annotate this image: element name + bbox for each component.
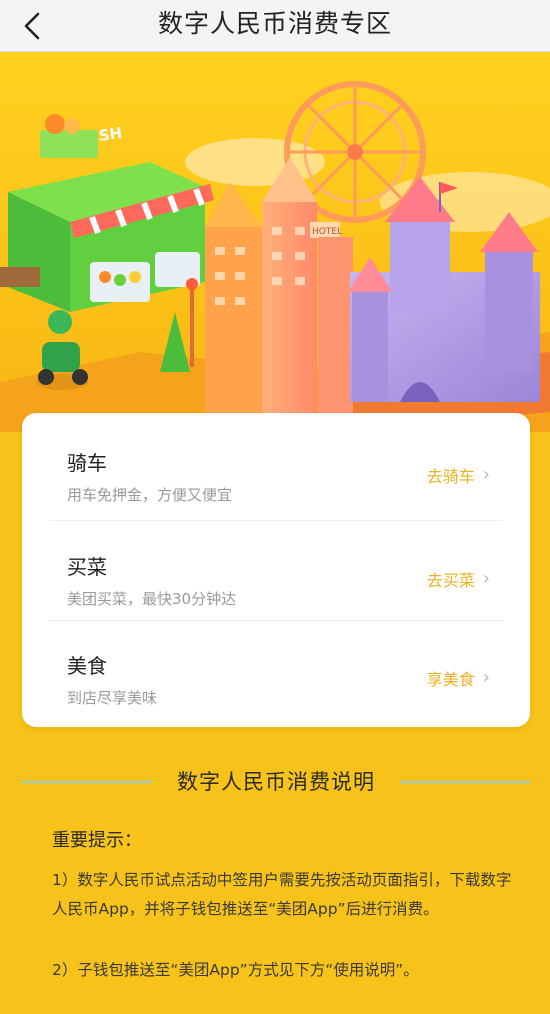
service-row-cycling[interactable]: 骑车 用车免押金，方便又便宜 去骑车 › — [22, 413, 530, 513]
service-title: 买菜 — [67, 555, 107, 579]
hero-banner: RESH HOTEL — [0, 52, 550, 432]
page-title: 数字人民币消费专区 — [157, 9, 392, 38]
top-nav-bar: 数字人民币消费专区 — [0, 0, 550, 52]
action-label: 去买菜 — [426, 571, 475, 590]
svg-text:HOTEL: HOTEL — [312, 227, 342, 237]
service-row-groceries[interactable]: 买菜 美团买菜，最快30分钟达 去买菜 › — [22, 517, 530, 617]
service-subtitle: 美团买菜，最快30分钟达 — [67, 590, 237, 608]
chevron-right-icon: › — [482, 568, 490, 589]
services-card: 骑车 用车免押金，方便又便宜 去骑车 › 买菜 美团买菜，最快30分钟达 去买菜… — [22, 413, 530, 727]
go-cycling-link[interactable]: 去骑车 › — [427, 463, 490, 487]
action-label: 去骑车 — [426, 467, 475, 486]
header-line-right — [400, 781, 530, 783]
enjoy-food-link[interactable]: 享美食 › — [427, 666, 490, 690]
service-subtitle: 到店尽享美味 — [67, 689, 158, 707]
service-subtitle: 用车免押金，方便又便宜 — [67, 486, 233, 504]
notice-title: 重要提示： — [52, 830, 142, 851]
notice-paragraph-1: 1）数字人民币试点活动中签用户需要先按活动页面指引，下载数字人民币App，并将子… — [52, 871, 512, 918]
action-label: 享美食 — [426, 670, 475, 689]
chevron-right-icon: › — [482, 464, 490, 485]
service-title: 美食 — [67, 654, 107, 678]
service-title: 骑车 — [67, 451, 107, 475]
notice-paragraph-2: 2）子钱包推送至“美团App”方式见下方“使用说明”。 — [52, 961, 419, 979]
go-groceries-link[interactable]: 去买菜 › — [427, 567, 490, 591]
explanation-header: 数字人民币消费说明 — [22, 762, 530, 802]
chevron-right-icon: › — [482, 667, 490, 688]
service-row-food[interactable]: 美食 到店尽享美味 享美食 › — [22, 616, 530, 716]
city-illustration: RESH HOTEL — [0, 52, 550, 432]
